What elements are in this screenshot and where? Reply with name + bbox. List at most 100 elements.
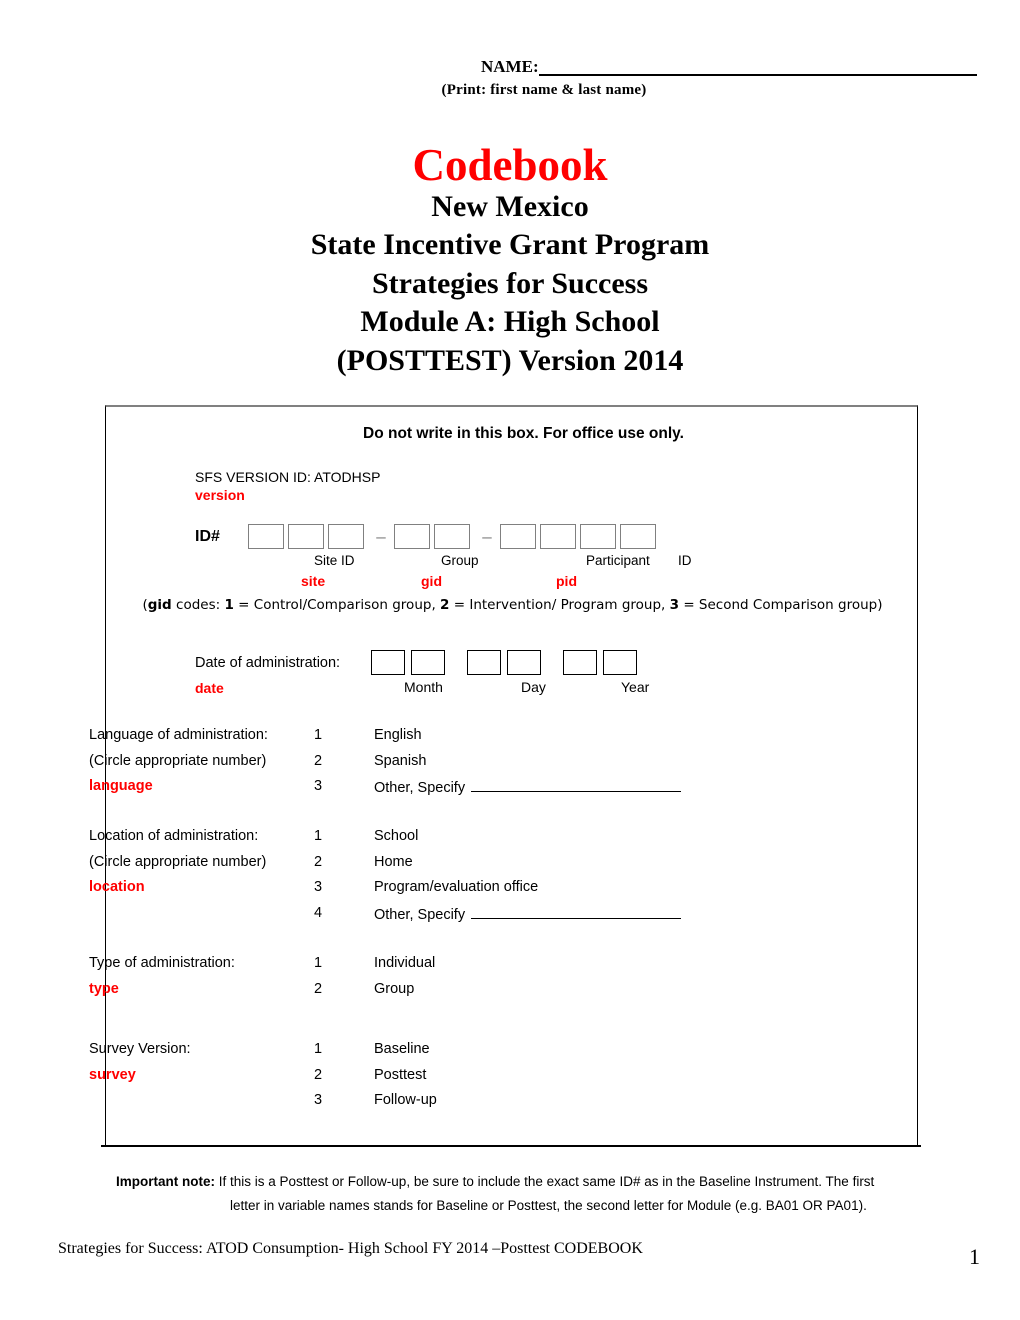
location-option-number-2[interactable]: 2	[314, 854, 322, 870]
survey-option-text-3[interactable]: Follow-up	[374, 1092, 437, 1108]
group-id-cell-2[interactable]	[434, 524, 470, 549]
gid-code-num-1: 1	[224, 597, 234, 613]
type-option-text-1[interactable]: Individual	[374, 955, 435, 971]
gid-codes-legend: (gid codes: 1 = Control/Comparison group…	[6, 597, 1019, 613]
page-footer: Strategies for Success: ATOD Consumption…	[58, 1240, 980, 1269]
site-id-cell-1[interactable]	[248, 524, 284, 549]
location-option-text-4: Other, Specify	[374, 906, 466, 923]
location-other-specify-line[interactable]	[471, 905, 682, 919]
document-page: NAME: (Print: first name & last name) Co…	[0, 0, 1020, 1320]
title-subline-1: New Mexico	[431, 190, 589, 223]
location-option-text-2[interactable]: Home	[374, 854, 413, 870]
type-option-row-2: type 2 Group	[89, 981, 809, 1007]
variable-name-gid: gid	[421, 573, 442, 589]
language-option-number-2[interactable]: 2	[314, 753, 322, 769]
language-option-row-1: Language of administration: 1 English	[89, 727, 809, 753]
variable-name-version: version	[195, 487, 245, 503]
language-option-text-2[interactable]: Spanish	[374, 753, 426, 769]
title-subline-3: Strategies for Success	[371, 266, 649, 300]
date-day-cell-1[interactable]	[467, 650, 501, 675]
type-option-row-1: Type of administration: 1 Individual	[89, 955, 809, 981]
year-sublabel: Year	[621, 679, 650, 695]
location-circle-instruction: (Circle appropriate number)	[89, 853, 267, 870]
language-option-text-3-wrap: Other, Specify	[374, 778, 682, 796]
participant-id-cell-4[interactable]	[620, 524, 656, 549]
location-option-number-4[interactable]: 4	[314, 905, 322, 921]
location-option-number-1[interactable]: 1	[314, 828, 322, 844]
type-of-administration-group: Type of administration: 1 Individual typ…	[89, 955, 809, 1006]
location-option-row-2: (Circle appropriate number) 2 Home	[89, 854, 809, 880]
location-option-text-4-wrap: Other, Specify	[374, 905, 682, 923]
gid-codes-var-label: gid	[147, 597, 172, 613]
date-month-cell-1[interactable]	[371, 650, 405, 675]
variable-name-language: language	[89, 778, 153, 794]
date-sublabels-row: Month Day Year	[106, 679, 919, 697]
participant-id-cell-3[interactable]	[580, 524, 616, 549]
survey-option-number-2[interactable]: 2	[314, 1067, 322, 1083]
location-option-row-4: 4 Other, Specify	[89, 905, 809, 931]
language-of-administration-group: Language of administration: 1 English (C…	[89, 727, 809, 804]
variable-name-type: type	[89, 980, 119, 997]
participant-sublabel: Participant	[586, 553, 650, 568]
gid-code-num-3: 3	[669, 597, 680, 613]
date-day-cell-2[interactable]	[507, 650, 541, 675]
survey-version-group: Survey Version: 1 Baseline survey 2 Post…	[89, 1041, 809, 1118]
location-option-number-3[interactable]: 3	[314, 879, 322, 895]
id-separator-dash-1: –	[376, 527, 386, 546]
location-option-row-3: location 3 Program/evaluation office	[89, 879, 809, 905]
title-subline-4: Module A: High School	[360, 305, 660, 339]
date-year-cell-2[interactable]	[603, 650, 637, 675]
name-label: NAME:	[481, 57, 539, 76]
date-month-cell-2[interactable]	[411, 650, 445, 675]
page-number: 1	[969, 1244, 980, 1269]
variable-name-site: site	[301, 573, 326, 589]
type-option-number-2[interactable]: 2	[314, 981, 322, 997]
location-option-text-3[interactable]: Program/evaluation office	[374, 879, 538, 895]
office-box-bottom-border	[101, 1145, 921, 1147]
important-note-line-1: If this is a Posttest or Follow-up, be s…	[215, 1174, 875, 1189]
important-note: Important note: If this is a Posttest or…	[116, 1170, 956, 1217]
type-option-number-1[interactable]: 1	[314, 955, 322, 971]
survey-option-row-3: 3 Follow-up	[89, 1092, 809, 1118]
important-note-line-2: letter in variable names stands for Base…	[230, 1197, 867, 1213]
survey-option-number-1[interactable]: 1	[314, 1041, 322, 1057]
language-option-number-1[interactable]: 1	[314, 727, 322, 743]
sfs-version-id-label: SFS VERSION ID: ATODHSP	[195, 469, 381, 485]
language-circle-instruction: (Circle appropriate number)	[89, 752, 267, 769]
survey-version-label: Survey Version:	[89, 1041, 191, 1057]
site-id-cell-3[interactable]	[328, 524, 364, 549]
location-option-text-1[interactable]: School	[374, 828, 418, 844]
type-option-text-2[interactable]: Group	[374, 981, 414, 997]
gid-code-text-1: = Control/Comparison group,	[233, 597, 441, 613]
language-label: Language of administration:	[89, 727, 268, 743]
id-separator-dash-2: –	[482, 527, 492, 546]
office-box-heading: Do not write in this box. For office use…	[363, 425, 684, 442]
gid-code-text-3: = Second Comparison group)	[679, 597, 883, 613]
title-block: Codebook New Mexico State Incentive Gran…	[0, 143, 1020, 380]
group-id-cell-1[interactable]	[394, 524, 430, 549]
name-write-in-line[interactable]	[538, 73, 977, 76]
survey-option-text-1[interactable]: Baseline	[374, 1041, 430, 1057]
language-other-specify-line[interactable]	[471, 778, 682, 792]
id-sublabels-row: Site ID Group Participant ID	[106, 553, 919, 571]
footer-text: Strategies for Success: ATOD Consumption…	[58, 1240, 643, 1257]
month-sublabel: Month	[404, 679, 443, 695]
group-sublabel: Group	[441, 553, 479, 568]
language-option-text-1[interactable]: English	[374, 727, 422, 743]
document-title: Codebook	[412, 140, 608, 190]
type-label: Type of administration:	[89, 955, 235, 971]
language-option-number-3[interactable]: 3	[314, 778, 322, 794]
language-option-row-2: (Circle appropriate number) 2 Spanish	[89, 753, 809, 779]
location-option-row-1: Location of administration: 1 School	[89, 828, 809, 854]
variable-name-pid: pid	[556, 573, 577, 589]
site-id-cell-2[interactable]	[288, 524, 324, 549]
date-year-cell-1[interactable]	[563, 650, 597, 675]
participant-id-cell-2[interactable]	[540, 524, 576, 549]
survey-option-text-2[interactable]: Posttest	[374, 1067, 426, 1083]
participant-id-cell-1[interactable]	[500, 524, 536, 549]
survey-option-number-3[interactable]: 3	[314, 1092, 322, 1108]
id-number-input-row: – –	[248, 524, 660, 549]
day-sublabel: Day	[521, 679, 546, 695]
title-subline-5: (POSTTEST) Version 2014	[336, 343, 684, 377]
gid-code-text-2: = Intervention/ Program group,	[449, 597, 670, 613]
